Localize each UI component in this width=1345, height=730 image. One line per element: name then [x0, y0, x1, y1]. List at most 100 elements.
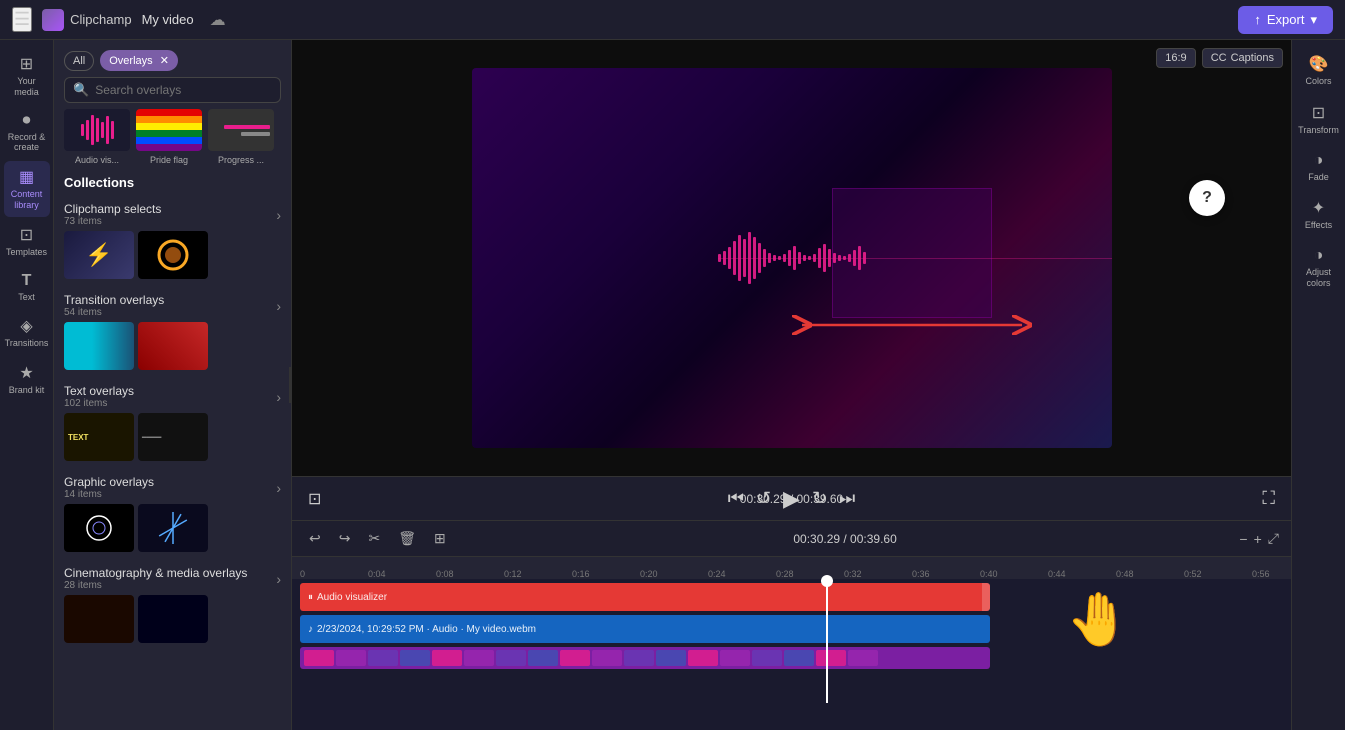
track-pause-icon: ⏸ — [308, 592, 313, 603]
video-preview — [472, 68, 1112, 448]
sidebar-label-brand-kit: Brand kit — [9, 385, 45, 396]
cinema-thumb-2 — [138, 595, 208, 643]
adjust-colors-icon: ◑ — [1314, 247, 1324, 265]
right-tool-sidebar: 🎨 Colors ⊡ Transform ◑ Fade ✦ Effects ◑ … — [1291, 40, 1345, 730]
track-resize-handle[interactable] — [982, 583, 990, 611]
sidebar-item-content-library[interactable]: ▦ Content library — [4, 161, 50, 217]
overlays-panel: All Overlays ✕ 🔍 — [54, 40, 292, 730]
video-area: 16:9 CC Captions — [292, 40, 1291, 476]
track-audio-file-label: 2/23/2024, 10:29:52 PM · Audio · My vide… — [317, 624, 536, 635]
filter-row: All Overlays ✕ — [64, 50, 281, 71]
featured-progress[interactable]: Progress ... — [208, 109, 274, 165]
export-icon: ↑ — [1254, 12, 1261, 27]
sidebar-item-brand-kit[interactable]: ★ Brand kit — [4, 357, 50, 402]
playhead-handle — [821, 575, 833, 587]
content-library-icon: ▦ — [19, 167, 34, 187]
left-icon-sidebar: ⊞ Your media ⏺ Record & create ▦ Content… — [0, 40, 54, 730]
chevron-icon: › — [276, 298, 281, 314]
video-title[interactable]: My video — [142, 12, 194, 27]
transition-thumbs — [64, 322, 281, 370]
ruler-mark-13: 0:52 — [1184, 569, 1252, 579]
sidebar-label-record: Record & create — [6, 132, 48, 154]
captions-ctrl-button[interactable]: ⊡ — [308, 489, 321, 509]
zoom-out-button[interactable]: − — [1239, 531, 1247, 547]
undo-button[interactable]: ↩ — [304, 527, 326, 550]
featured-pride-flag[interactable]: Pride flag — [136, 109, 202, 165]
fullscreen-button[interactable]: ⛶ — [1262, 488, 1275, 509]
featured-items: Audio vis... Pride flag — [64, 109, 281, 165]
aspect-ratio-button[interactable]: 16:9 — [1156, 48, 1195, 68]
sidebar-label-templates: Templates — [6, 247, 47, 258]
ruler-mark-8: 0:32 — [844, 569, 912, 579]
featured-audio-vis[interactable]: Audio vis... — [64, 109, 130, 165]
sidebar-label-content-library: Content library — [6, 189, 48, 211]
app-logo: Clipchamp — [42, 9, 131, 31]
collection-text-overlays[interactable]: Text overlays 102 items › — [64, 380, 281, 413]
collection-clipchamp-selects[interactable]: Clipchamp selects 73 items › — [64, 198, 281, 231]
audio-vis-thumb — [64, 109, 130, 151]
cloud-icon: ☁ — [210, 10, 226, 30]
brand-kit-icon: ★ — [19, 363, 33, 383]
ruler-mark-6: 0:24 — [708, 569, 776, 579]
filter-all-button[interactable]: All — [64, 51, 94, 71]
collection-graphic-overlays[interactable]: Graphic overlays 14 items › — [64, 471, 281, 504]
sidebar-item-record[interactable]: ⏺ Record & create — [4, 106, 50, 160]
delete-button[interactable]: 🗑 — [393, 527, 421, 550]
sidebar-item-transitions[interactable]: ◈ Transitions — [4, 310, 50, 355]
audio-visualizer-track[interactable]: ⏸ Audio visualizer — [300, 583, 990, 611]
fade-icon: ◑ — [1314, 152, 1324, 170]
timeline-zoom: − + ⤢ — [1239, 530, 1279, 547]
graphic-overlay-thumb-1 — [64, 504, 134, 552]
tool-adjust-colors[interactable]: ◑ Adjust colors — [1296, 241, 1342, 295]
help-button[interactable]: ? — [1189, 180, 1225, 216]
search-input[interactable] — [95, 83, 272, 97]
ruler-mark-0: 0 — [300, 569, 368, 579]
tool-fade[interactable]: ◑ Fade — [1296, 146, 1342, 189]
ruler-mark-3: 0:12 — [504, 569, 572, 579]
pride-flag-thumb — [136, 109, 202, 151]
sidebar-label-your-media: Your media — [6, 76, 48, 98]
track-row-audio-file: ♪ 2/23/2024, 10:29:52 PM · Audio · My vi… — [300, 615, 1291, 643]
search-icon: 🔍 — [73, 82, 89, 98]
media-button[interactable]: ⊞ — [429, 527, 451, 550]
transition-thumb-2 — [138, 322, 208, 370]
sidebar-item-templates[interactable]: ⊡ Templates — [4, 219, 50, 264]
chevron-icon: › — [276, 571, 281, 587]
filter-close-icon[interactable]: ✕ — [160, 55, 169, 67]
ruler-mark-1: 0:04 — [368, 569, 436, 579]
sidebar-label-transitions: Transitions — [5, 338, 49, 349]
templates-icon: ⊡ — [20, 225, 33, 245]
timeline-ruler: 0 0:04 0:08 0:12 0:16 — [292, 557, 1291, 579]
timeline-toolbar: ↩ ↪ ✂ 🗑 ⊞ 00:30.29 / 00:39.60 − + ⤢ — [292, 521, 1291, 557]
filter-overlays-button[interactable]: Overlays ✕ — [100, 50, 178, 71]
app-name: Clipchamp — [70, 12, 131, 27]
panel-scroll-area: Audio vis... Pride flag — [54, 109, 291, 730]
cinema-thumb-1 — [64, 595, 134, 643]
ruler-mark-11: 0:44 — [1048, 569, 1116, 579]
color-track[interactable] — [300, 647, 990, 669]
collection-cinema-overlays[interactable]: Cinematography & media overlays 28 items… — [64, 562, 281, 595]
zoom-in-button[interactable]: + — [1254, 531, 1262, 547]
sidebar-item-your-media[interactable]: ⊞ Your media — [4, 48, 50, 104]
playhead — [826, 579, 828, 703]
logo-icon — [42, 9, 64, 31]
redo-button[interactable]: ↪ — [334, 527, 356, 550]
tool-effects[interactable]: ✦ Effects — [1296, 192, 1342, 237]
collection-transition-overlays[interactable]: Transition overlays 54 items › — [64, 289, 281, 322]
featured-progress-label: Progress ... — [218, 155, 264, 165]
sidebar-item-text[interactable]: T Text — [4, 266, 50, 309]
ruler-mark-7: 0:28 — [776, 569, 844, 579]
captions-button[interactable]: CC Captions — [1202, 48, 1283, 68]
audio-file-track[interactable]: ♪ 2/23/2024, 10:29:52 PM · Audio · My vi… — [300, 615, 990, 643]
colors-icon: 🎨 — [1309, 54, 1329, 74]
hamburger-button[interactable]: ☰ — [12, 7, 32, 32]
cut-button[interactable]: ✂ — [363, 527, 385, 550]
panel-search-area: All Overlays ✕ 🔍 — [54, 40, 291, 109]
collections-heading: Collections — [64, 175, 281, 190]
search-box[interactable]: 🔍 — [64, 77, 281, 103]
tool-transform[interactable]: ⊡ Transform — [1296, 97, 1342, 142]
export-button[interactable]: ↑ Export ▾ — [1238, 6, 1333, 34]
tool-colors[interactable]: 🎨 Colors — [1296, 48, 1342, 93]
fit-zoom-button[interactable]: ⤢ — [1268, 530, 1279, 547]
progress-thumb — [208, 109, 274, 151]
